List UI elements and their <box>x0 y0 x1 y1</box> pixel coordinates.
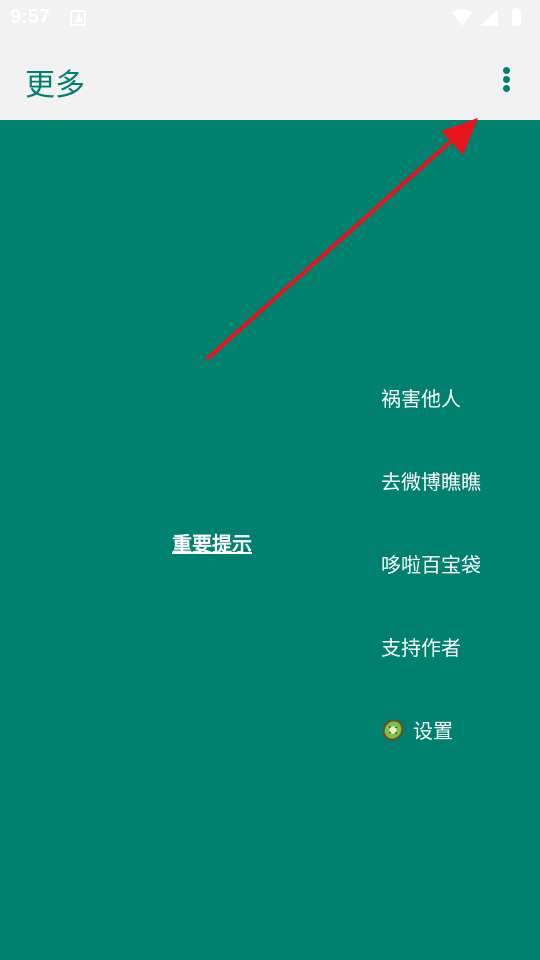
more-vert-icon <box>503 67 510 74</box>
menu-item-doraemon-pocket[interactable]: 哆啦百宝袋 <box>381 522 540 605</box>
page-title: 更多 <box>25 68 85 103</box>
main-content: 重要提示 祸害他人 去微博瞧瞧 哆啦百宝袋 支持作者 设置 <box>0 120 540 960</box>
more-menu-list: 祸害他人 去微博瞧瞧 哆啦百宝袋 支持作者 设置 <box>381 356 540 771</box>
menu-item-label: 设置 <box>413 719 453 743</box>
more-vert-icon-dot <box>503 76 510 83</box>
status-bar: 9:57 <box>0 0 540 36</box>
menu-item-label: 祸害他人 <box>381 387 461 411</box>
battery-icon <box>512 8 521 26</box>
status-time: 9:57 <box>10 6 51 28</box>
menu-item-settings[interactable]: 设置 <box>381 688 540 771</box>
more-options-button[interactable] <box>486 58 528 100</box>
menu-item-visit-weibo[interactable]: 去微博瞧瞧 <box>381 439 540 522</box>
wifi-icon <box>452 9 472 26</box>
more-vert-icon-dot <box>503 85 510 92</box>
important-notice-link[interactable]: 重要提示 <box>172 528 252 557</box>
kiwi-icon <box>382 718 404 741</box>
app-bar: 更多 <box>0 36 540 120</box>
notification-icon <box>70 10 86 26</box>
status-icons <box>450 7 530 29</box>
menu-item-support-author[interactable]: 支持作者 <box>381 605 540 688</box>
signal-icon <box>480 9 498 26</box>
menu-item-label: 哆啦百宝袋 <box>381 553 481 577</box>
menu-item-label: 支持作者 <box>381 636 461 660</box>
menu-item-label: 去微博瞧瞧 <box>381 470 481 494</box>
menu-item-harm-others[interactable]: 祸害他人 <box>381 356 540 439</box>
